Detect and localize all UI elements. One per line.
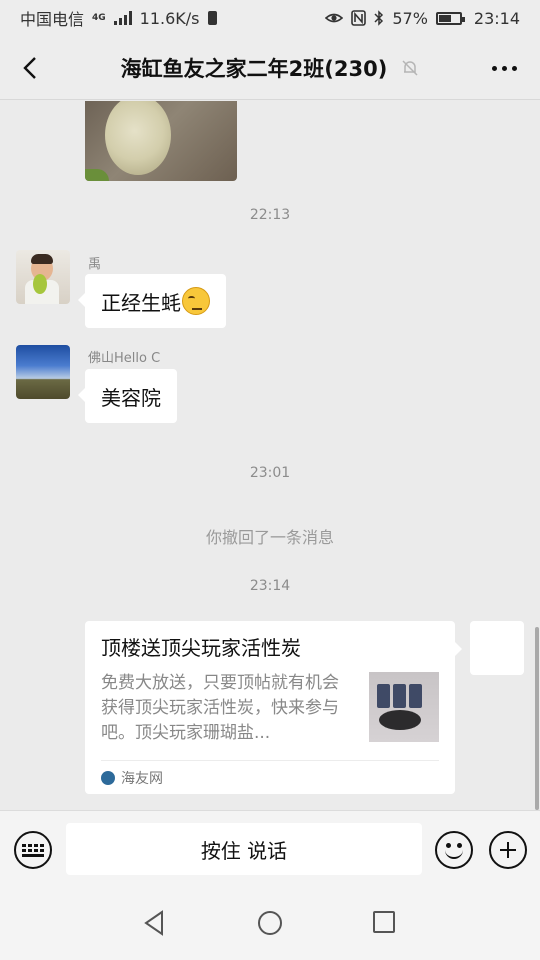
battery-percent: 57% bbox=[392, 8, 428, 28]
timestamp: 23:01 bbox=[249, 465, 291, 481]
avatar[interactable] bbox=[16, 345, 70, 399]
message-text: 美容院 bbox=[101, 385, 161, 410]
chat-header: 海缸鱼友之家二年2班(230) bbox=[0, 36, 540, 100]
bluetooth-icon bbox=[374, 10, 384, 26]
status-bar: 中国电信 4G 11.6K/s 57% 23:14 bbox=[0, 0, 540, 36]
timestamp: 22:13 bbox=[249, 207, 291, 223]
back-arrow-icon bbox=[23, 57, 36, 79]
sender-name: 禹 bbox=[88, 257, 102, 272]
status-right: 57% 23:14 bbox=[325, 9, 520, 28]
my-avatar[interactable] bbox=[470, 621, 524, 675]
eye-icon bbox=[325, 13, 344, 23]
status-left: 中国电信 4G 11.6K/s bbox=[20, 6, 217, 30]
nav-home-icon[interactable] bbox=[258, 911, 282, 935]
mute-bell-icon bbox=[402, 59, 418, 76]
nfc-icon bbox=[351, 10, 367, 26]
system-nav-bar bbox=[0, 888, 540, 960]
signal-icon bbox=[113, 11, 132, 25]
timestamp: 23:14 bbox=[249, 578, 291, 594]
chat-area[interactable]: 22:13 禹 正经生蚝 佛山Hello C 美容院 23:01 你撤回了一条消… bbox=[0, 101, 540, 810]
more-button[interactable] bbox=[486, 48, 522, 88]
image-message[interactable] bbox=[85, 101, 237, 181]
back-button[interactable] bbox=[10, 48, 50, 88]
card-thumbnail bbox=[369, 672, 439, 742]
network-speed: 11.6K/s bbox=[139, 8, 200, 28]
keyboard-toggle-button[interactable] bbox=[14, 831, 52, 869]
message-bubble[interactable]: 正经生蚝 bbox=[78, 274, 226, 328]
notification-icon bbox=[207, 11, 217, 25]
avatar[interactable] bbox=[16, 250, 70, 304]
card-title: 顶楼送顶尖玩家活性炭 bbox=[101, 636, 301, 660]
input-bar: 按住 说话 bbox=[0, 810, 540, 888]
card-body: 免费大放送，只要顶帖就有机会获得顶尖玩家活性炭，快来参与吧。顶尖玩家珊瑚盐... bbox=[101, 671, 439, 746]
carrier-label: 中国电信 bbox=[20, 10, 85, 29]
thinking-face-emoji bbox=[182, 287, 210, 315]
source-logo-icon bbox=[101, 770, 115, 785]
link-card[interactable]: 顶楼送顶尖玩家活性炭 免费大放送，只要顶帖就有机会获得顶尖玩家活性炭，快来参与吧… bbox=[85, 621, 462, 794]
scrollbar[interactable] bbox=[535, 627, 539, 810]
message-bubble[interactable]: 美容院 bbox=[78, 369, 177, 423]
sender-name: 佛山Hello C bbox=[88, 351, 161, 366]
message-text: 正经生蚝 bbox=[101, 290, 181, 315]
clock: 23:14 bbox=[473, 8, 520, 28]
nav-back-icon[interactable] bbox=[142, 910, 168, 936]
nav-recents-icon[interactable] bbox=[373, 911, 395, 933]
chat-title-group: 海缸鱼友之家二年2班(230) bbox=[121, 53, 420, 83]
battery-icon bbox=[435, 11, 465, 25]
hold-to-talk-button[interactable]: 按住 说话 bbox=[66, 823, 422, 875]
card-source: 海友网 bbox=[121, 770, 163, 787]
card-description: 免费大放送，只要顶帖就有机会获得顶尖玩家活性炭，快来参与吧。顶尖玩家珊瑚盐... bbox=[101, 673, 339, 743]
recall-notice: 你撤回了一条消息 bbox=[205, 528, 334, 547]
chat-title: 海缸鱼友之家二年2班(230) bbox=[120, 56, 388, 81]
emoji-button[interactable] bbox=[435, 831, 473, 869]
more-dots-icon bbox=[491, 65, 497, 71]
card-footer: 海友网 bbox=[101, 760, 439, 794]
more-functions-button[interactable] bbox=[489, 831, 527, 869]
keyboard-icon bbox=[22, 843, 44, 857]
network-type: 4G bbox=[92, 13, 106, 23]
